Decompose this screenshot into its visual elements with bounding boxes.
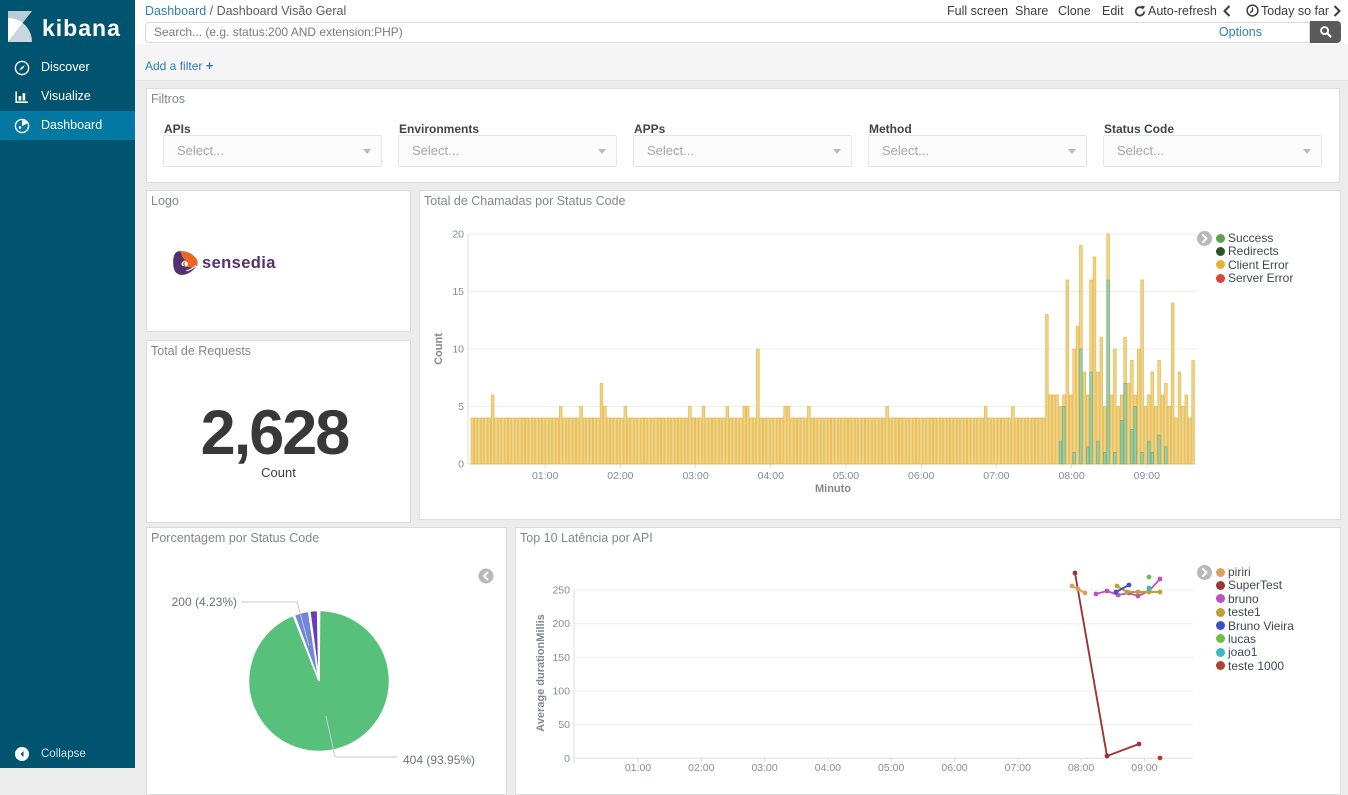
svg-text:20: 20 <box>452 229 464 241</box>
svg-text:09:00: 09:00 <box>1131 762 1157 774</box>
svg-text:sensedia: sensedia <box>202 254 276 272</box>
svg-text:06:00: 06:00 <box>908 470 934 482</box>
svg-text:06:00: 06:00 <box>941 762 967 774</box>
svg-text:200: 200 <box>552 618 570 630</box>
svg-text:05:00: 05:00 <box>878 762 904 774</box>
svg-text:0: 0 <box>458 459 464 471</box>
svg-text:04:00: 04:00 <box>758 470 784 482</box>
svg-text:01:00: 01:00 <box>532 470 558 482</box>
svg-text:08:00: 08:00 <box>1068 762 1094 774</box>
svg-text:07:00: 07:00 <box>1005 762 1031 774</box>
svg-text:250: 250 <box>552 585 570 597</box>
svg-text:03:00: 03:00 <box>682 470 708 482</box>
svg-text:05:00: 05:00 <box>833 470 859 482</box>
svg-text:02:00: 02:00 <box>688 762 714 774</box>
svg-text:03:00: 03:00 <box>751 762 777 774</box>
svg-text:50: 50 <box>558 719 570 731</box>
svg-text:07:00: 07:00 <box>983 470 1009 482</box>
svg-text:404 (93.95%): 404 (93.95%) <box>403 753 475 767</box>
svg-text:09:00: 09:00 <box>1134 470 1160 482</box>
svg-text:02:00: 02:00 <box>607 470 633 482</box>
svg-text:04:00: 04:00 <box>815 762 841 774</box>
svg-text:01:00: 01:00 <box>625 762 651 774</box>
svg-text:10: 10 <box>452 344 464 356</box>
svg-text:Minuto: Minuto <box>815 483 851 495</box>
svg-text:08:00: 08:00 <box>1058 470 1084 482</box>
svg-text:Average durationMillis: Average durationMillis <box>535 614 547 732</box>
svg-text:Count: Count <box>433 333 445 365</box>
svg-text:5: 5 <box>458 401 464 413</box>
svg-text:100: 100 <box>552 686 570 698</box>
svg-text:200 (4.23%): 200 (4.23%) <box>172 595 237 609</box>
svg-text:15: 15 <box>452 286 464 298</box>
svg-text:150: 150 <box>552 652 570 664</box>
svg-text:0: 0 <box>564 753 570 765</box>
